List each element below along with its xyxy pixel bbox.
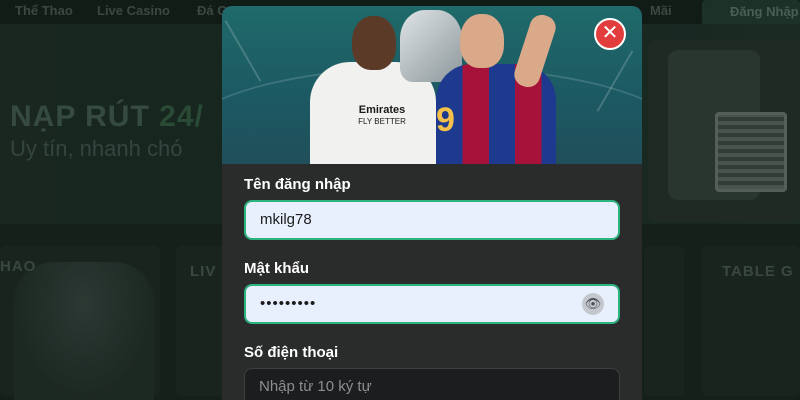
sponsor-line-1: Emirates [358,104,406,116]
modal-banner-image: Emirates FLY BETTER 9 [222,6,642,164]
close-icon: ✕ [601,22,619,44]
sponsor-line-2: FLY BETTER [358,117,406,126]
player-1-sponsor: Emirates FLY BETTER [342,105,422,127]
light-beam [224,20,262,82]
eye-icon: 👁 [584,296,602,311]
password-input[interactable]: ••••••••• [244,284,620,324]
phone-input[interactable]: Nhập từ 10 ký tự [244,368,620,400]
password-label: Mật khẩu [244,260,310,277]
username-label: Tên đăng nhập [244,176,351,193]
player-2-head [460,14,504,68]
close-button[interactable]: ✕ [594,18,626,50]
player-2-number: 9 [436,101,455,139]
show-password-button[interactable]: 👁 [582,293,604,315]
player-1-head [352,16,396,70]
username-input[interactable]: mkilg78 [244,200,620,240]
phone-label: Số điện thoại [244,344,339,361]
login-modal: Emirates FLY BETTER 9 ✕ Tên đăng nhập mk… [222,6,642,400]
